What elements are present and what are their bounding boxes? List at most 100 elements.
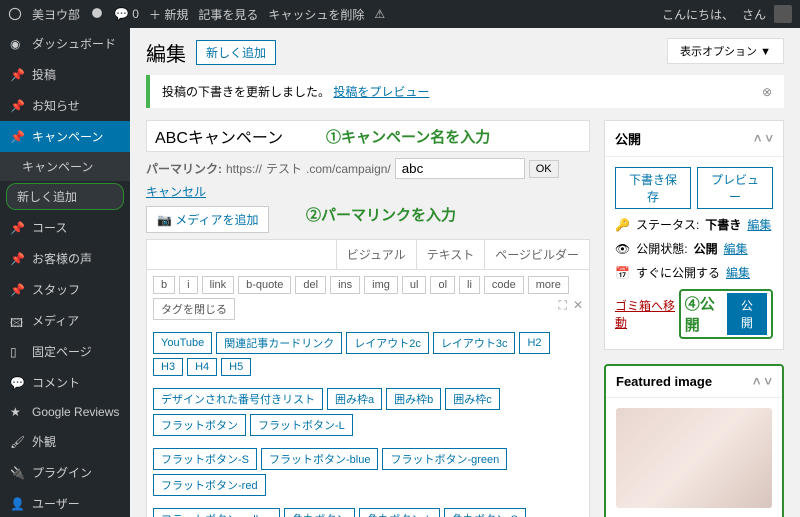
tab-visual[interactable]: ビジュアル: [336, 240, 416, 269]
quicktags-row4: フラットボタン-Sフラットボタン-blueフラットボタン-green フラットボタ…: [147, 442, 589, 502]
quicktag-button[interactable]: H4: [187, 358, 217, 376]
notice-preview-link[interactable]: 投稿をプレビュー: [333, 83, 429, 100]
quicktag-button[interactable]: li: [459, 276, 480, 294]
comment-icon: 💬: [10, 376, 24, 390]
permalink-ok-button[interactable]: OK: [529, 160, 559, 178]
quicktag-button[interactable]: フラットボタン-S: [153, 448, 257, 470]
sidebar-course[interactable]: 📌コース: [0, 212, 130, 243]
quicktag-button[interactable]: レイアウト2c: [346, 332, 429, 354]
sidebar-campaign[interactable]: 📌キャンペーン: [0, 121, 130, 152]
fullscreen-icon[interactable]: ⛶: [559, 298, 567, 320]
quicktag-button[interactable]: H3: [153, 358, 183, 376]
edit-visibility-link[interactable]: 編集: [724, 240, 748, 257]
tab-text[interactable]: テキスト: [416, 240, 485, 269]
comments-icon[interactable]: 💬 0: [114, 7, 139, 21]
sidebar-campaign-add[interactable]: 新しく追加: [6, 183, 124, 210]
quicktag-button[interactable]: レイアウト3c: [433, 332, 516, 354]
quicktag-button[interactable]: ins: [330, 276, 360, 294]
quicktag-button[interactable]: H2: [519, 332, 549, 354]
user-suffix: さん: [742, 6, 766, 23]
quicktag-button[interactable]: フラットボタン-green: [382, 448, 507, 470]
sidebar-plugins[interactable]: 🔌プラグイン: [0, 457, 130, 488]
quicktag-button[interactable]: del: [295, 276, 326, 294]
clear-cache-link[interactable]: キャッシュを削除: [268, 6, 364, 23]
edit-schedule-link[interactable]: 編集: [726, 264, 750, 281]
publish-box-title: 公開: [615, 129, 641, 148]
close-icon[interactable]: ✕: [573, 298, 583, 320]
preview-button[interactable]: プレビュー: [697, 167, 773, 209]
add-new-button[interactable]: 新しく追加: [196, 40, 276, 65]
quicktag-button[interactable]: ul: [402, 276, 427, 294]
quicktag-button[interactable]: 角丸ボタン-S: [444, 508, 526, 517]
permalink-slug-input[interactable]: [395, 158, 525, 179]
pin-icon: 📌: [10, 252, 24, 266]
move-to-trash-link[interactable]: ゴミ箱へ移動: [615, 297, 679, 331]
permalink-cancel-link[interactable]: キャンセル: [146, 183, 206, 200]
quicktag-button[interactable]: YouTube: [153, 332, 212, 354]
sidebar-campaign-list[interactable]: キャンペーン: [0, 152, 130, 181]
quicktag-button[interactable]: i: [179, 276, 197, 294]
quicktags-row3: デザインされた番号付きリスト囲み枠a囲み枠b囲み枠c フラットボタンフラットボタン…: [147, 382, 589, 442]
add-media-button[interactable]: 📷 メディアを追加: [146, 206, 269, 233]
sidebar-users[interactable]: 👤ユーザー: [0, 488, 130, 517]
avatar-icon[interactable]: [774, 5, 792, 23]
quicktags-row1: bilinkb-quotedelinsimgulollicodemore タグを閉…: [147, 270, 589, 326]
warning-icon[interactable]: ⚠: [374, 7, 385, 21]
edit-status-link[interactable]: 編集: [747, 216, 771, 233]
sidebar-voice[interactable]: 📌お客様の声: [0, 243, 130, 274]
new-link[interactable]: ＋ 新規: [149, 6, 188, 23]
quicktag-button[interactable]: フラットボタン-blue: [261, 448, 378, 470]
quicktag-button[interactable]: 角丸ボタン-L: [359, 508, 440, 517]
view-link[interactable]: 記事を見る: [198, 6, 258, 23]
quicktag-button[interactable]: more: [528, 276, 569, 294]
greeting: こんにちは、: [662, 6, 734, 23]
sidebar-pages[interactable]: ▯固定ページ: [0, 336, 130, 367]
main-content: 表示オプション ▼ 編集 新しく追加 投稿の下書きを更新しました。 投稿をプレビ…: [130, 28, 800, 517]
quicktag-button[interactable]: code: [484, 276, 524, 294]
quicktag-button[interactable]: 囲み枠a: [327, 388, 382, 410]
sidebar-staff[interactable]: 📌スタッフ: [0, 274, 130, 305]
sidebar-notices[interactable]: 📌お知らせ: [0, 90, 130, 121]
chevron-up-icon[interactable]: ˄: [753, 374, 761, 389]
featured-image-thumbnail[interactable]: [616, 408, 772, 508]
brush-icon: 🖌: [10, 435, 24, 449]
calendar-icon: 📅: [615, 266, 630, 280]
quicktag-button[interactable]: 関連記事カードリンク: [216, 332, 342, 354]
quicktag-button[interactable]: ol: [430, 276, 455, 294]
sidebar-media[interactable]: 🖾メディア: [0, 305, 130, 336]
dashboard-icon: ◉: [10, 37, 24, 51]
tab-builder[interactable]: ページビルダー: [484, 240, 589, 269]
sidebar-appearance[interactable]: 🖌外観: [0, 426, 130, 457]
quicktag-button[interactable]: img: [364, 276, 398, 294]
screen-options-toggle[interactable]: 表示オプション ▼: [667, 38, 784, 64]
save-draft-button[interactable]: 下書き保存: [615, 167, 691, 209]
quicktag-button[interactable]: フラットボタン-L: [250, 414, 353, 436]
quicktag-button[interactable]: フラットボタン-red: [153, 474, 266, 496]
quicktag-button[interactable]: b-quote: [238, 276, 291, 294]
refresh-icon[interactable]: [90, 6, 104, 23]
star-icon: ★: [10, 405, 24, 419]
quicktag-button[interactable]: H5: [221, 358, 251, 376]
annotation-2: ②パーマリンクを入力: [306, 204, 456, 225]
sidebar-posts[interactable]: 📌投稿: [0, 59, 130, 90]
quicktag-button[interactable]: b: [153, 276, 175, 294]
quicktag-button[interactable]: 囲み枠b: [386, 388, 441, 410]
chevron-up-icon[interactable]: ˄: [754, 131, 762, 146]
sidebar-google-reviews[interactable]: ★Google Reviews: [0, 398, 130, 426]
quicktag-button[interactable]: 囲み枠c: [445, 388, 500, 410]
chevron-down-icon[interactable]: ˅: [765, 131, 773, 146]
quicktag-button[interactable]: フラットボタン: [153, 414, 246, 436]
quicktag-button[interactable]: デザインされた番号付きリスト: [153, 388, 323, 410]
quicktag-button[interactable]: 角丸ボタン: [284, 508, 355, 517]
quicktag-button[interactable]: link: [202, 276, 235, 294]
wp-logo-icon[interactable]: [8, 7, 22, 21]
sidebar-comments[interactable]: 💬コメント: [0, 367, 130, 398]
sidebar-dashboard[interactable]: ◉ダッシュボード: [0, 28, 130, 59]
site-link[interactable]: 美ヨウ部: [32, 6, 80, 23]
notice-dismiss-icon[interactable]: ⊗: [762, 85, 772, 99]
quicktag-button[interactable]: タグを閉じる: [153, 298, 235, 320]
annotation-4: ④公開: [685, 293, 723, 335]
quicktag-button[interactable]: フラットボタン-yellow: [153, 508, 280, 517]
publish-button[interactable]: 公開: [727, 293, 767, 335]
chevron-down-icon[interactable]: ˅: [764, 374, 772, 389]
